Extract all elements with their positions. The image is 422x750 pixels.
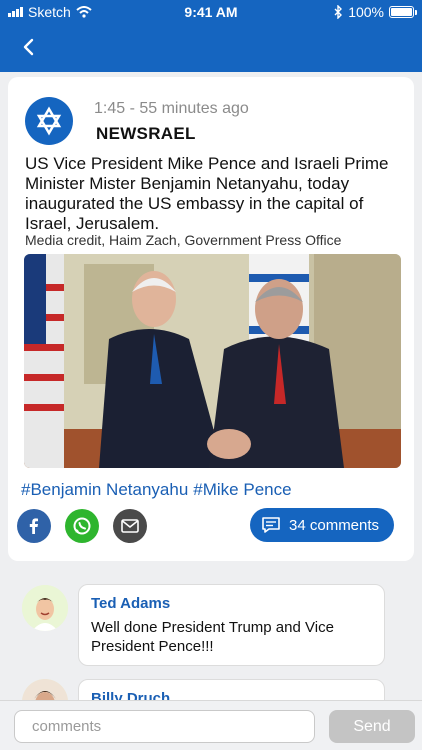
battery-icon <box>389 6 417 18</box>
publisher-name[interactable]: NEWSRAEL <box>96 124 196 144</box>
comments-button[interactable]: 34 comments <box>250 508 394 542</box>
back-button[interactable] <box>14 32 44 62</box>
share-whatsapp-button[interactable] <box>65 509 99 543</box>
star-of-david-icon <box>36 106 62 136</box>
comment-text: Well done President Trump and Vice Presi… <box>91 619 334 655</box>
nav-bar <box>0 24 422 72</box>
facebook-icon <box>29 518 38 534</box>
comment-composer: Send <box>0 700 422 750</box>
share-facebook-button[interactable] <box>17 509 51 543</box>
post-text: US Vice President Mike Pence and Israeli… <box>25 154 389 233</box>
share-mail-button[interactable] <box>113 509 147 543</box>
whatsapp-icon <box>73 517 91 535</box>
comment-bubble-icon <box>262 517 280 533</box>
comment-input[interactable] <box>14 710 315 743</box>
status-bar: Sketch 9:41 AM 100% <box>0 0 422 24</box>
mail-icon <box>121 519 139 533</box>
hashtag-netanyahu[interactable]: #Benjamin Netanyahu <box>21 480 188 500</box>
comment-author[interactable]: Ted Adams <box>91 595 170 612</box>
chevron-left-icon <box>23 38 34 56</box>
battery-label: 100% <box>348 4 384 20</box>
hashtags: #Benjamin Netanyahu #Mike Pence <box>21 480 292 500</box>
post-time: 1:45 - 55 minutes ago <box>94 100 249 117</box>
status-right: 100% <box>334 4 417 20</box>
publisher-logo[interactable] <box>25 97 73 145</box>
avatar[interactable] <box>22 585 68 631</box>
hashtag-pence[interactable]: #Mike Pence <box>193 480 291 500</box>
send-button[interactable]: Send <box>329 710 415 743</box>
bluetooth-icon <box>334 5 343 19</box>
comment-bubble: Ted Adams Well done President Trump and … <box>78 584 385 666</box>
comments-count: 34 comments <box>289 516 380 534</box>
post-card: 1:45 - 55 minutes ago NEWSRAEL US Vice P… <box>8 77 414 561</box>
post-photo[interactable] <box>24 254 401 468</box>
media-credit: Media credit, Haim Zach, Government Pres… <box>25 232 342 248</box>
